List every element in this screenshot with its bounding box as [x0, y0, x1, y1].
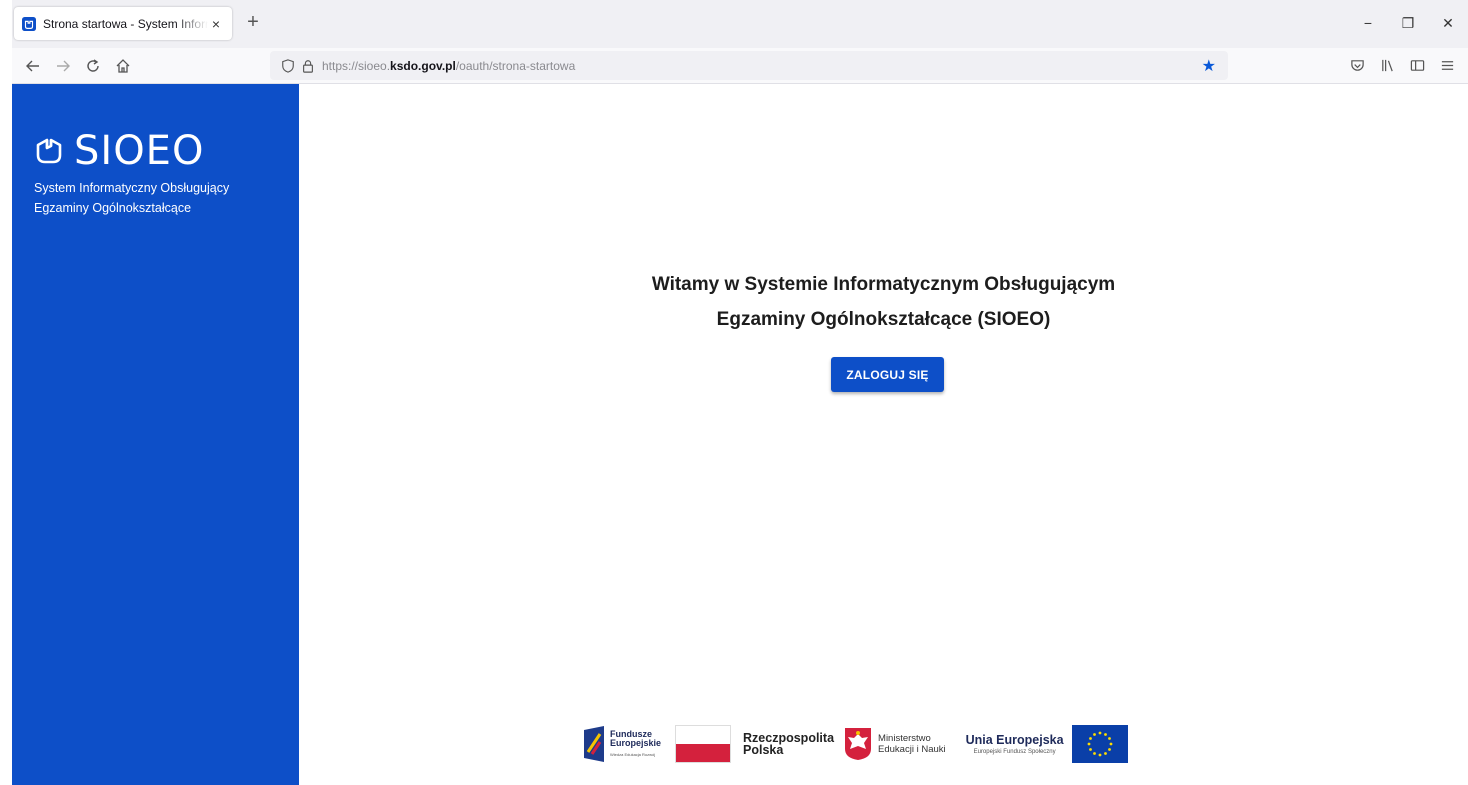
tab-active[interactable]: Strona startowa - System Informatyczny O…	[14, 7, 232, 40]
ue-line2: Europejski Fundusz Społeczny	[973, 749, 1056, 755]
fundusze-europejskie-icon	[584, 726, 604, 762]
url-text: https://sioeo.ksdo.gov.pl/oauth/strona-s…	[322, 59, 575, 73]
polish-eagle-emblem-icon	[845, 728, 872, 760]
login-button[interactable]: ZALOGUJ SIĘ	[831, 357, 944, 392]
fe-text: Fundusze Europejskie Wiedza Edukacja Roz…	[610, 729, 662, 759]
tab-close-icon[interactable]: ×	[208, 16, 224, 32]
reload-icon[interactable]	[78, 51, 108, 81]
lock-icon[interactable]	[298, 59, 318, 73]
sioeo-favicon-icon	[22, 16, 36, 31]
app-name: SIOEO	[74, 128, 205, 174]
app-subtitle: System Informatyczny Obsługujący Egzamin…	[34, 178, 299, 218]
restore-button[interactable]: ❐	[1388, 0, 1428, 46]
minimize-button[interactable]: −	[1348, 0, 1388, 46]
logo-ministerstwo: Ministerstwo Edukacji i Nauki	[844, 727, 946, 761]
navigation-bar: https://sioeo.ksdo.gov.pl/oauth/strona-s…	[12, 48, 1468, 84]
toolbar-right	[1342, 51, 1462, 81]
library-icon[interactable]	[1372, 51, 1402, 81]
men-line1: Ministerstwo	[878, 733, 931, 744]
url-prefix: https://sioeo.	[322, 58, 391, 73]
ue-text: Unia Europejska Europejski Fundusz Społe…	[966, 733, 1064, 755]
url-domain: ksdo.gov.pl	[390, 58, 456, 73]
browser-window: Strona startowa - System Informatyczny O…	[12, 0, 1468, 785]
pocket-icon[interactable]	[1342, 51, 1372, 81]
sioeo-logo-icon	[36, 138, 62, 164]
logo-rzeczpospolita: Rzeczpospolita Polska	[675, 725, 834, 763]
app-subtitle-line1: System Informatyczny Obsługujący	[34, 181, 230, 195]
logo-unia-europejska: Unia Europejska Europejski Fundusz Społe…	[966, 725, 1128, 763]
forward-icon[interactable]	[48, 51, 78, 81]
men-text: Ministerstwo Edukacji i Nauki	[878, 733, 946, 755]
fe-line2: Europejskie	[610, 737, 662, 748]
tab-title: Strona startowa - System Informatyczny O…	[43, 16, 208, 31]
url-bar[interactable]: https://sioeo.ksdo.gov.pl/oauth/strona-s…	[270, 51, 1228, 80]
url-path: /oauth/strona-startowa	[455, 58, 576, 73]
app-subtitle-line2: Egzaminy Ogólnokształcące	[34, 201, 192, 215]
page-content: SIOEO System Informatyczny Obsługujący E…	[12, 84, 1468, 785]
ue-line1: Unia Europejska	[965, 733, 1064, 747]
menu-icon[interactable]	[1432, 51, 1462, 81]
welcome-line1: Witamy w Systemie Informatycznym Obsługu…	[651, 274, 1116, 295]
eu-flag-icon	[1071, 725, 1128, 763]
window-controls: − ❐ ✕	[1348, 0, 1468, 46]
brand[interactable]: SIOEO	[34, 128, 299, 174]
bookmark-star-icon[interactable]: ★	[1202, 56, 1216, 76]
sidebar: SIOEO System Informatyczny Obsługujący E…	[12, 84, 299, 785]
welcome-line2: Egzaminy Ogólnokształcące (SIOEO)	[716, 309, 1051, 330]
main-area: Witamy w Systemie Informatycznym Obsługu…	[299, 84, 1468, 785]
funding-logos: Fundusze Europejskie Wiedza Edukacja Roz…	[584, 724, 1128, 764]
welcome-heading: Witamy w Systemie Informatycznym Obsługu…	[299, 267, 1468, 337]
home-icon[interactable]	[108, 51, 138, 81]
new-tab-button[interactable]: +	[242, 12, 264, 32]
rp-line2: Polska	[743, 743, 784, 757]
sidebar-icon[interactable]	[1402, 51, 1432, 81]
rp-text: Rzeczpospolita Polska	[743, 732, 834, 757]
shield-icon[interactable]	[278, 58, 298, 73]
tab-strip: Strona startowa - System Informatyczny O…	[12, 0, 1468, 48]
polish-flag-icon	[675, 725, 732, 763]
fe-small: Wiedza Edukacja Rozwój	[610, 751, 656, 757]
logo-fundusze-europejskie: Fundusze Europejskie Wiedza Edukacja Roz…	[584, 726, 661, 762]
close-window-button[interactable]: ✕	[1428, 0, 1468, 46]
men-line2: Edukacji i Nauki	[878, 744, 946, 755]
back-icon[interactable]	[18, 51, 48, 81]
